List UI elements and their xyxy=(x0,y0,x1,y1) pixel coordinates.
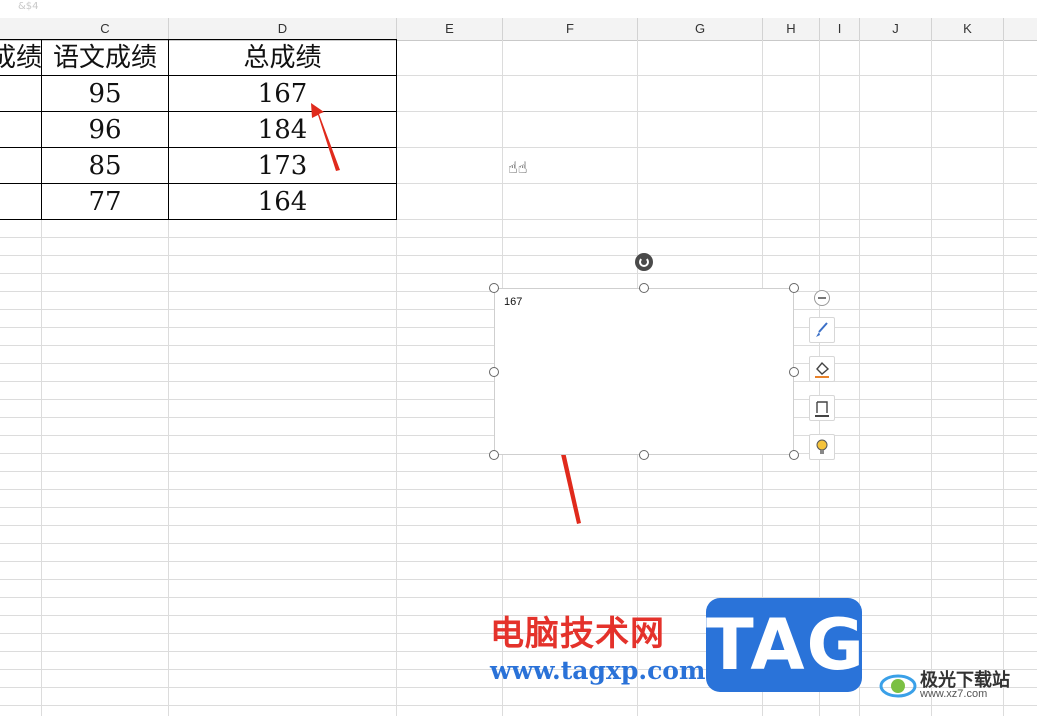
resize-handle-top[interactable] xyxy=(639,283,649,293)
header-chinese-score[interactable]: 语文成绩 xyxy=(42,40,168,76)
formula-bar[interactable]: &$4 xyxy=(0,0,1037,19)
header-partial-score[interactable]: 成绩 xyxy=(0,40,42,76)
site-badge: 极光下载站 www.xz7.com xyxy=(878,664,1028,706)
column-header-j[interactable]: J xyxy=(860,18,932,40)
cell-chinese-2[interactable]: 96 xyxy=(42,112,168,148)
site-badge-logo-icon xyxy=(879,674,917,698)
header-total-score[interactable]: 总成绩 xyxy=(169,40,396,76)
cell-total-4[interactable]: 164 xyxy=(169,184,396,220)
cell-chinese-4[interactable]: 77 xyxy=(42,184,168,220)
column-header-i[interactable]: I xyxy=(820,18,860,40)
bulb-icon xyxy=(816,439,828,454)
resize-handle-top-right[interactable] xyxy=(789,283,799,293)
column-header-g[interactable]: G xyxy=(638,18,763,40)
resize-handle-bottom-right[interactable] xyxy=(789,450,799,460)
fill-button[interactable] xyxy=(809,356,835,382)
cell-total-2[interactable]: 184 xyxy=(169,112,396,148)
column-header-f[interactable]: F xyxy=(503,18,638,40)
badge-url: www.xz7.com xyxy=(920,688,988,700)
column-header-c[interactable]: C xyxy=(42,18,169,40)
column-header-h[interactable]: H xyxy=(763,18,820,40)
resize-handle-bottom-left[interactable] xyxy=(489,450,499,460)
brush-icon xyxy=(816,322,828,337)
column-header-e[interactable]: E xyxy=(397,18,503,40)
resize-handle-bottom[interactable] xyxy=(639,450,649,460)
text-box[interactable]: 167 xyxy=(494,288,794,455)
resize-handle-top-left[interactable] xyxy=(489,283,499,293)
column-header-d[interactable]: D xyxy=(169,18,397,40)
rotate-handle[interactable] xyxy=(635,253,653,271)
tag-logo-text: TAG xyxy=(706,604,866,686)
smart-button[interactable] xyxy=(809,434,835,460)
watermark-url: www.tagxp.com xyxy=(490,656,706,685)
style-button[interactable] xyxy=(809,317,835,343)
watermark-site-name: 电脑技术网 xyxy=(490,614,665,654)
cell-chinese-3[interactable]: 85 xyxy=(42,148,168,184)
column-header-k[interactable]: K xyxy=(932,18,1004,40)
hand-cursor-icon: ☝☝ xyxy=(508,158,528,177)
tag-logo: TAG xyxy=(706,598,866,692)
cell-total-3[interactable]: 173 xyxy=(169,148,396,184)
outline-icon xyxy=(815,401,829,417)
cell-chinese-1[interactable]: 95 xyxy=(42,76,168,112)
outline-button[interactable] xyxy=(809,395,835,421)
cell-total-1[interactable]: 167 xyxy=(169,76,396,112)
collapse-toolbar-button[interactable] xyxy=(814,290,830,306)
resize-handle-right[interactable] xyxy=(789,367,799,377)
formula-text: &$4 xyxy=(18,1,39,12)
resize-handle-left[interactable] xyxy=(489,367,499,377)
text-box-content[interactable]: 167 xyxy=(504,296,522,308)
fill-bucket-icon xyxy=(815,361,830,378)
